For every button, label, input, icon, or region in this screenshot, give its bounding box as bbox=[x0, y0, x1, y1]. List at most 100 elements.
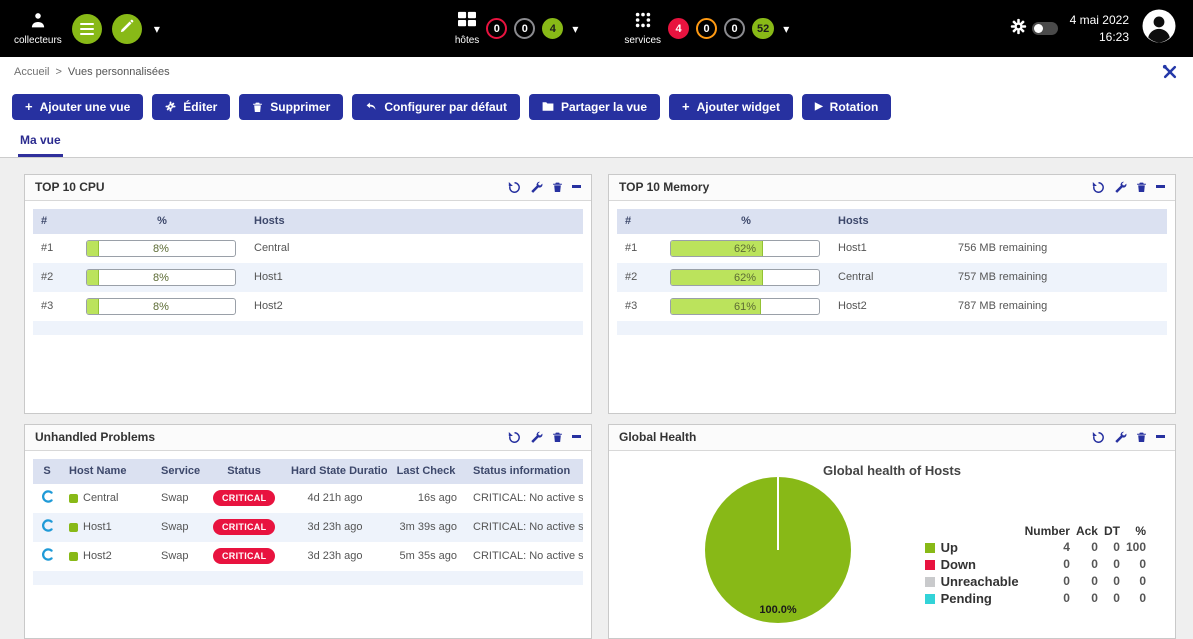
cpu-progress-bar: 8% bbox=[86, 240, 236, 257]
legend-row-pending: Pending 0 0 0 0 bbox=[922, 590, 1149, 607]
table-row[interactable]: #1 8% Central bbox=[33, 234, 583, 263]
user-avatar[interactable] bbox=[1141, 8, 1177, 49]
widget-unhandled-problems: Unhandled Problems S Host Name Service S… bbox=[24, 424, 592, 639]
host-status-icon bbox=[69, 494, 78, 503]
table-row[interactable]: #3 8% Host2 bbox=[33, 292, 583, 321]
widget-global-health: Global Health Global health of Hosts 100… bbox=[608, 424, 1176, 639]
add-view-button[interactable]: + Ajouter une vue bbox=[12, 94, 143, 120]
services-ok-counter[interactable]: 52 bbox=[752, 18, 774, 39]
table-row[interactable]: #2 8% Host1 bbox=[33, 263, 583, 292]
refresh-widget-button[interactable] bbox=[1092, 181, 1105, 194]
host-name-link[interactable]: Central bbox=[83, 492, 118, 504]
services-icon bbox=[633, 11, 653, 32]
legend-row-unreachable: Unreachable 0 0 0 0 bbox=[922, 573, 1149, 590]
widget-title: Unhandled Problems bbox=[35, 430, 155, 444]
cpu-progress-bar: 8% bbox=[86, 269, 236, 286]
edit-view-button[interactable]: Éditer bbox=[152, 94, 230, 120]
pollers-chevron-icon[interactable]: ▾ bbox=[154, 22, 160, 36]
hamburger-icon bbox=[80, 23, 94, 35]
table-row[interactable]: Host1 Swap CRITICAL 3d 23h ago 3m 39s ag… bbox=[33, 513, 583, 542]
table-filler-row bbox=[33, 321, 583, 335]
theme-toggle[interactable] bbox=[1010, 18, 1058, 40]
minimize-widget-button[interactable] bbox=[1156, 435, 1165, 439]
view-toolbar: + Ajouter une vue Éditer Supprimer Confi… bbox=[0, 87, 1193, 127]
hosts-up-counter[interactable]: 4 bbox=[542, 18, 563, 39]
host-name-link[interactable]: Host1 bbox=[83, 521, 112, 533]
table-row[interactable]: #2 62% Central 757 MB remaining bbox=[617, 263, 1167, 292]
breadcrumb-home-link[interactable]: Accueil bbox=[14, 66, 49, 78]
centreon-logo-icon bbox=[41, 523, 54, 535]
rotation-button[interactable]: ▶ Rotation bbox=[802, 94, 891, 120]
pencil-icon bbox=[119, 19, 134, 39]
hosts-down-counter[interactable]: 0 bbox=[486, 18, 507, 39]
legend-color-swatch bbox=[925, 594, 935, 604]
remaining-label: 756 MB remaining bbox=[950, 234, 1167, 263]
minimize-widget-button[interactable] bbox=[572, 435, 581, 439]
chart-title: Global health of Hosts bbox=[617, 463, 1167, 478]
folder-icon bbox=[542, 101, 554, 112]
services-unknown-counter[interactable]: 0 bbox=[724, 18, 745, 39]
tab-ma-vue[interactable]: Ma vue bbox=[18, 133, 63, 157]
pollers-list-button[interactable] bbox=[72, 14, 102, 44]
add-widget-button[interactable]: + Ajouter widget bbox=[669, 94, 793, 120]
admin-tools-icon[interactable] bbox=[1161, 63, 1179, 84]
legend-color-swatch bbox=[925, 560, 935, 570]
refresh-widget-button[interactable] bbox=[508, 431, 521, 444]
delete-widget-button[interactable] bbox=[1136, 181, 1147, 193]
undo-arrow-icon bbox=[365, 101, 377, 112]
memory-progress-bar: 62% bbox=[670, 240, 820, 257]
service-link[interactable]: Swap bbox=[161, 550, 189, 562]
memory-progress-bar: 61% bbox=[670, 298, 820, 315]
memory-table: # % Hosts #1 62% Host1 756 MB remaining … bbox=[617, 209, 1167, 335]
configuration-export-button[interactable] bbox=[112, 14, 142, 44]
services-chevron-icon[interactable]: ▾ bbox=[783, 22, 789, 36]
theme-toggle-pill[interactable] bbox=[1032, 22, 1058, 35]
widget-top10-cpu: TOP 10 CPU # % Hosts #1 8% bbox=[24, 174, 592, 414]
table-row[interactable]: #3 61% Host2 787 MB remaining bbox=[617, 292, 1167, 321]
col-percent: % bbox=[662, 209, 830, 234]
pollers-menu[interactable]: collecteurs bbox=[14, 11, 62, 46]
table-row[interactable]: Host2 Swap CRITICAL 3d 23h ago 5m 35s ag… bbox=[33, 542, 583, 571]
delete-widget-button[interactable] bbox=[552, 431, 563, 443]
set-default-button[interactable]: Configurer par défaut bbox=[352, 94, 520, 120]
service-link[interactable]: Swap bbox=[161, 521, 189, 533]
remaining-label: 787 MB remaining bbox=[950, 292, 1167, 321]
minimize-widget-button[interactable] bbox=[1156, 185, 1165, 189]
table-row[interactable]: Central Swap CRITICAL 4d 21h ago 16s ago… bbox=[33, 484, 583, 513]
widget-title: TOP 10 CPU bbox=[35, 180, 105, 194]
refresh-widget-button[interactable] bbox=[1092, 431, 1105, 444]
service-link[interactable]: Swap bbox=[161, 492, 189, 504]
hosts-unreachable-counter[interactable]: 0 bbox=[514, 18, 535, 39]
host-status-icon bbox=[69, 523, 78, 532]
delete-widget-button[interactable] bbox=[552, 181, 563, 193]
top-bar: collecteurs ▾ hôtes 0 0 4 ▾ services bbox=[0, 0, 1193, 57]
col-percent: % bbox=[78, 209, 246, 234]
hosts-chevron-icon[interactable]: ▾ bbox=[572, 22, 578, 36]
clock-date: 4 mai 2022 bbox=[1070, 12, 1129, 29]
widget-settings-wrench-button[interactable] bbox=[1114, 181, 1127, 194]
widget-settings-wrench-button[interactable] bbox=[530, 431, 543, 444]
table-row[interactable]: #1 62% Host1 756 MB remaining bbox=[617, 234, 1167, 263]
centreon-logo-icon bbox=[41, 494, 54, 506]
delete-widget-button[interactable] bbox=[1136, 431, 1147, 443]
table-filler-row bbox=[33, 571, 583, 585]
pie-slice-divider bbox=[777, 477, 779, 550]
share-view-button[interactable]: Partager la vue bbox=[529, 94, 660, 120]
refresh-widget-button[interactable] bbox=[508, 181, 521, 194]
widget-settings-wrench-button[interactable] bbox=[1114, 431, 1127, 444]
hosts-menu[interactable]: hôtes bbox=[455, 11, 479, 46]
widget-header: Unhandled Problems bbox=[25, 425, 591, 451]
minimize-widget-button[interactable] bbox=[572, 185, 581, 189]
host-name-link[interactable]: Host2 bbox=[83, 550, 112, 562]
hosts-health-pie-chart[interactable]: 100.0% bbox=[705, 477, 851, 623]
clock: 4 mai 2022 16:23 bbox=[1070, 12, 1129, 46]
hosts-icon bbox=[457, 11, 477, 32]
services-warning-counter[interactable]: 0 bbox=[696, 18, 717, 39]
pie-percentage-label: 100.0% bbox=[705, 604, 851, 616]
topbar-right-section: 4 mai 2022 16:23 bbox=[1010, 8, 1193, 49]
widget-settings-wrench-button[interactable] bbox=[530, 181, 543, 194]
delete-view-button[interactable]: Supprimer bbox=[239, 94, 343, 120]
services-menu[interactable]: services bbox=[624, 11, 661, 46]
services-critical-counter[interactable]: 4 bbox=[668, 18, 689, 39]
trash-icon bbox=[252, 101, 263, 113]
